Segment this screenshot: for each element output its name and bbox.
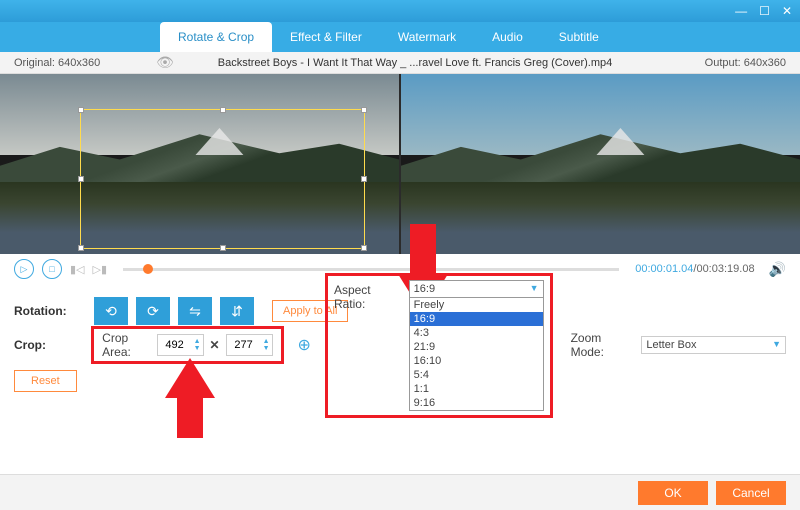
zoom-mode-group: Zoom Mode: Letter Box▼ — [571, 331, 786, 359]
spin-up-icon[interactable]: ▲ — [194, 338, 201, 345]
crop-handle-se[interactable] — [361, 245, 367, 251]
aspect-option-16-10[interactable]: 16:10 — [410, 354, 543, 368]
tab-rotate-crop[interactable]: Rotate & Crop — [160, 22, 272, 52]
playhead[interactable] — [143, 264, 153, 274]
tab-subtitle[interactable]: Subtitle — [541, 22, 617, 52]
dimension-separator: ✕ — [210, 338, 220, 352]
crop-handle-nw[interactable] — [78, 107, 84, 113]
aspect-ratio-dropdown[interactable]: 16:9▼ Freely 16:9 4:3 21:9 16:10 5:4 1:1… — [409, 280, 544, 411]
aspect-option-4-3[interactable]: 4:3 — [410, 326, 543, 340]
controls-panel: Rotation: ⟲ ⟳ ⇋ ⇵ Apply to All Crop: Cro… — [0, 284, 800, 392]
aspect-option-freely[interactable]: Freely — [410, 298, 543, 312]
footer: OK Cancel — [0, 474, 800, 510]
aspect-option-21-9[interactable]: 21:9 — [410, 340, 543, 354]
source-preview[interactable] — [0, 74, 399, 254]
tab-effect-filter[interactable]: Effect & Filter — [272, 22, 380, 52]
center-crop-icon[interactable]: ⊕ — [298, 335, 311, 355]
aspect-ratio-selected[interactable]: 16:9▼ — [410, 281, 543, 298]
ok-button[interactable]: OK — [638, 481, 708, 505]
crop-handle-n[interactable] — [220, 107, 226, 113]
crop-handle-sw[interactable] — [78, 245, 84, 251]
reset-button[interactable]: Reset — [14, 370, 77, 392]
aspect-ratio-label: Aspect Ratio: — [334, 280, 403, 311]
aspect-option-16-9[interactable]: 16:9 — [410, 312, 543, 326]
crop-label: Crop: — [14, 338, 91, 352]
maximize-button[interactable]: ☐ — [759, 4, 770, 18]
zoom-mode-label: Zoom Mode: — [571, 331, 636, 359]
spin-down-icon[interactable]: ▼ — [194, 345, 201, 352]
tabbar: Rotate & Crop Effect & Filter Watermark … — [0, 22, 800, 52]
flip-horizontal-button[interactable]: ⇋ — [178, 297, 212, 325]
annotation-arrow-up — [165, 358, 215, 438]
volume-icon[interactable]: 🔊 — [769, 261, 786, 278]
chevron-down-icon: ▼ — [772, 339, 781, 351]
play-button[interactable]: ▷ — [14, 259, 34, 279]
tab-audio[interactable]: Audio — [474, 22, 541, 52]
crop-width-field[interactable] — [158, 339, 192, 351]
crop-area-label: Crop Area: — [102, 331, 153, 359]
crop-height-input[interactable]: ▲▼ — [226, 334, 273, 356]
time-display: 00:00:01.04/00:03:19.08 — [635, 263, 754, 275]
crop-handle-s[interactable] — [220, 245, 226, 251]
cancel-button[interactable]: Cancel — [716, 481, 786, 505]
crop-handle-w[interactable] — [78, 176, 84, 182]
output-preview — [401, 74, 800, 254]
zoom-mode-dropdown[interactable]: Letter Box▼ — [641, 336, 786, 354]
crop-width-input[interactable]: ▲▼ — [157, 334, 204, 356]
infobar: Original: 640x360 👁 Backstreet Boys - I … — [0, 52, 800, 74]
crop-rectangle[interactable] — [80, 109, 365, 249]
titlebar: — ☐ ✕ — [0, 0, 800, 22]
aspect-option-5-4[interactable]: 5:4 — [410, 368, 543, 382]
original-size-label: Original: 640x360 — [0, 57, 150, 69]
rotate-right-button[interactable]: ⟳ — [136, 297, 170, 325]
output-size-label: Output: 640x360 — [650, 57, 800, 69]
flip-vertical-button[interactable]: ⇵ — [220, 297, 254, 325]
scrubber[interactable] — [123, 268, 619, 271]
crop-handle-ne[interactable] — [361, 107, 367, 113]
crop-row: Crop: Crop Area: ▲▼ ✕ ▲▼ ⊕ Aspect Ratio:… — [14, 328, 786, 362]
aspect-option-1-1[interactable]: 1:1 — [410, 382, 543, 396]
tab-watermark[interactable]: Watermark — [380, 22, 474, 52]
prev-frame-button[interactable]: ▮◁ — [70, 263, 85, 276]
minimize-button[interactable]: — — [735, 4, 747, 18]
spin-up-icon[interactable]: ▲ — [263, 338, 270, 345]
next-frame-button[interactable]: ▷▮ — [93, 263, 108, 276]
close-button[interactable]: ✕ — [782, 4, 792, 18]
aspect-option-9-16[interactable]: 9:16 — [410, 396, 543, 410]
stop-button[interactable]: □ — [42, 259, 62, 279]
rotation-label: Rotation: — [14, 304, 94, 318]
crop-height-field[interactable] — [227, 339, 261, 351]
preview-toggle-icon[interactable]: 👁 — [150, 54, 180, 71]
rotate-left-button[interactable]: ⟲ — [94, 297, 128, 325]
aspect-ratio-highlight: Aspect Ratio: 16:9▼ Freely 16:9 4:3 21:9… — [325, 273, 553, 418]
crop-handle-e[interactable] — [361, 176, 367, 182]
file-title: Backstreet Boys - I Want It That Way _ .… — [180, 57, 650, 69]
chevron-down-icon: ▼ — [530, 283, 539, 295]
spin-down-icon[interactable]: ▼ — [263, 345, 270, 352]
